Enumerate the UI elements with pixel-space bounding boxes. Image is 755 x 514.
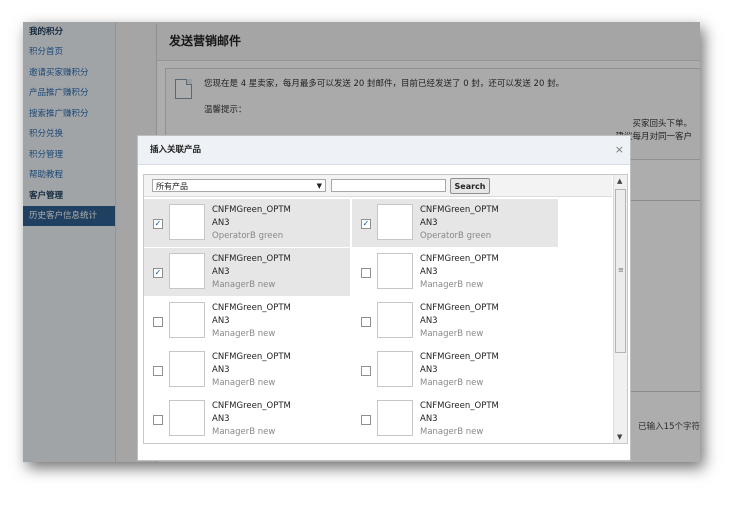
product-owner: OperatorB green [420, 231, 492, 241]
product-name-line-2: AN3 [420, 267, 438, 277]
product-thumbnail [377, 351, 413, 387]
product-checkbox[interactable] [361, 317, 371, 327]
scrollbar[interactable]: ▲ ≡ ▼ [613, 175, 627, 443]
product-name-line-2: AN3 [212, 316, 230, 326]
product-name-line-1: CNFMGreen_OPTM [420, 401, 499, 411]
product-item[interactable]: CNFMGreen_OPTM AN3 ManagerB new [352, 395, 558, 443]
product-checkbox[interactable]: ✓ [361, 219, 371, 229]
product-item[interactable]: CNFMGreen_OPTM AN3 ManagerB new [144, 395, 350, 443]
product-thumbnail [169, 351, 205, 387]
product-thumbnail [169, 204, 205, 240]
product-item[interactable]: CNFMGreen_OPTM AN3 ManagerB new [352, 297, 558, 345]
scroll-grip-icon: ≡ [618, 266, 624, 274]
product-name-line-1: CNFMGreen_OPTM [420, 205, 499, 215]
product-name-line-2: AN3 [212, 218, 230, 228]
product-item[interactable]: CNFMGreen_OPTM AN3 ManagerB new [352, 346, 558, 394]
product-item[interactable]: ✓ CNFMGreen_OPTM AN3 OperatorB green [352, 199, 558, 247]
dialog-header: 插入关联产品 × [138, 136, 630, 165]
product-name-line-2: AN3 [212, 414, 230, 424]
product-name-line-1: CNFMGreen_OPTM [212, 401, 291, 411]
product-item[interactable]: CNFMGreen_OPTM AN3 ManagerB new [144, 297, 350, 345]
product-item[interactable]: CNFMGreen_OPTM AN3 ManagerB new [144, 346, 350, 394]
product-name-line-2: AN3 [420, 316, 438, 326]
product-owner: ManagerB new [212, 378, 276, 388]
app-window: 我的积分 积分首页 邀请买家赚积分 产品推广赚积分 搜索推广赚积分 积分兑换 积… [23, 22, 700, 462]
product-thumbnail [377, 253, 413, 289]
product-name-line-2: AN3 [420, 218, 438, 228]
product-name-line-2: AN3 [420, 365, 438, 375]
search-input[interactable] [331, 179, 446, 192]
product-name-line-1: CNFMGreen_OPTM [212, 205, 291, 215]
product-name-line-2: AN3 [420, 414, 438, 424]
product-owner: ManagerB new [212, 280, 276, 290]
product-name-line-1: CNFMGreen_OPTM [420, 254, 499, 264]
product-checkbox[interactable]: ✓ [153, 268, 163, 278]
product-name-line-1: CNFMGreen_OPTM [212, 303, 291, 313]
product-owner: ManagerB new [212, 329, 276, 339]
chevron-down-icon: ▼ [316, 182, 322, 190]
scroll-down-icon[interactable]: ▼ [617, 433, 622, 441]
product-list-box: 所有产品 ▼ Search ✓ CNFMGreen_OPTM AN3 Operator… [143, 174, 628, 444]
product-checkbox[interactable] [361, 415, 371, 425]
product-owner: ManagerB new [212, 427, 276, 437]
check-icon: ✓ [362, 219, 370, 228]
product-thumbnail [169, 302, 205, 338]
filter-toolbar: 所有产品 ▼ Search [144, 175, 612, 197]
product-checkbox[interactable]: ✓ [153, 219, 163, 229]
category-select-value: 所有产品 [156, 182, 188, 191]
product-checkbox[interactable] [361, 268, 371, 278]
check-icon: ✓ [154, 219, 162, 228]
product-checkbox[interactable] [153, 317, 163, 327]
product-name-line-1: CNFMGreen_OPTM [212, 254, 291, 264]
product-owner: OperatorB green [212, 231, 284, 241]
dialog-title: 插入关联产品 [150, 145, 202, 155]
product-item[interactable]: CNFMGreen_OPTM AN3 ManagerB new [352, 248, 558, 296]
product-owner: ManagerB new [420, 280, 484, 290]
product-name-line-2: AN3 [212, 365, 230, 375]
category-select[interactable]: 所有产品 ▼ [152, 179, 326, 192]
product-checkbox[interactable] [361, 366, 371, 376]
product-name-line-1: CNFMGreen_OPTM [212, 352, 291, 362]
product-checkbox[interactable] [153, 415, 163, 425]
product-item[interactable]: ✓ CNFMGreen_OPTM AN3 ManagerB new [144, 248, 350, 296]
product-thumbnail [377, 302, 413, 338]
product-name-line-1: CNFMGreen_OPTM [420, 352, 499, 362]
close-icon[interactable]: × [615, 136, 624, 164]
scroll-thumb[interactable]: ≡ [615, 189, 626, 353]
product-thumbnail [377, 400, 413, 436]
product-name-line-1: CNFMGreen_OPTM [420, 303, 499, 313]
insert-product-dialog: 插入关联产品 × 所有产品 ▼ Search ✓ CNFMGreen_OPTM AN… [137, 135, 631, 461]
product-owner: ManagerB new [420, 378, 484, 388]
product-name-line-2: AN3 [212, 267, 230, 277]
product-thumbnail [169, 400, 205, 436]
product-thumbnail [169, 253, 205, 289]
product-checkbox[interactable] [153, 366, 163, 376]
product-owner: ManagerB new [420, 329, 484, 339]
product-item[interactable]: ✓ CNFMGreen_OPTM AN3 OperatorB green [144, 199, 350, 247]
check-icon: ✓ [154, 268, 162, 277]
product-owner: ManagerB new [420, 427, 484, 437]
product-thumbnail [377, 204, 413, 240]
search-button[interactable]: Search [450, 178, 490, 194]
scroll-up-icon[interactable]: ▲ [617, 177, 622, 185]
